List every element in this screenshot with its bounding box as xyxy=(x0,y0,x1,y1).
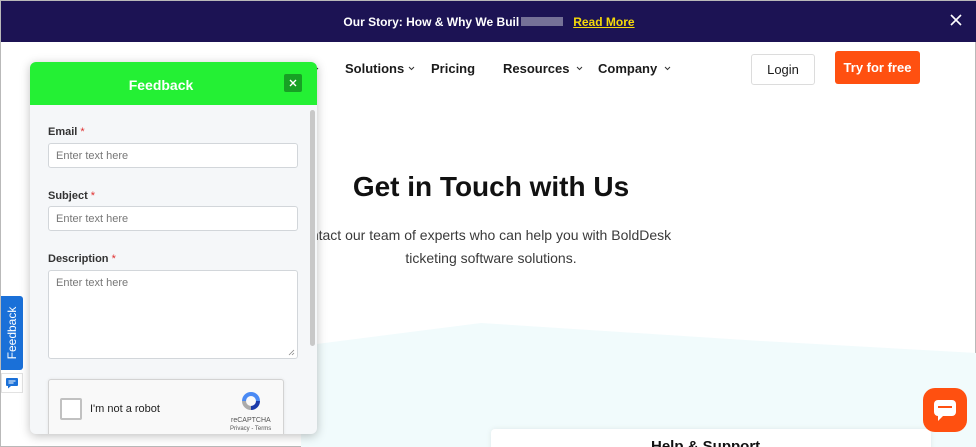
required-mark: * xyxy=(111,253,116,265)
chat-launcher-button[interactable] xyxy=(923,388,967,432)
email-label-text: Email xyxy=(48,126,78,138)
nav-pricing-label: Pricing xyxy=(431,61,476,76)
subject-label-text: Subject xyxy=(48,190,88,202)
chevron-down-icon xyxy=(664,66,671,71)
required-mark: * xyxy=(90,190,96,202)
recaptcha-widget: I'm not a robot reCAPTCHA Privacy - Term… xyxy=(48,379,284,434)
resize-handle-icon[interactable] xyxy=(288,349,295,356)
close-icon[interactable] xyxy=(947,11,965,29)
chevron-down-icon xyxy=(408,66,415,71)
feedback-panel: Feedback Email * Enter text here Subject… xyxy=(30,62,317,434)
recaptcha-checkbox[interactable] xyxy=(60,398,82,420)
feedback-title: Feedback xyxy=(128,77,194,93)
subject-label: Subject * xyxy=(48,190,95,202)
recaptcha-logo-icon xyxy=(242,392,260,410)
feedback-chat-icon[interactable] xyxy=(1,373,23,393)
message-icon xyxy=(6,378,18,389)
nav-pricing[interactable]: Pricing xyxy=(431,61,475,76)
feedback-side-tab[interactable]: Feedback xyxy=(1,296,23,370)
announcement-text: Our Story: How & Why We Buil xyxy=(343,14,520,29)
email-placeholder: Enter text here xyxy=(56,149,129,162)
feedback-header: Feedback xyxy=(30,62,317,105)
nav-solutions-label: Solutions xyxy=(345,61,405,76)
required-mark: * xyxy=(80,126,85,138)
feedback-side-tab-label: Feedback xyxy=(5,306,19,360)
close-icon xyxy=(289,79,297,87)
read-more-link[interactable]: Read More xyxy=(573,15,634,29)
recaptcha-brand: reCAPTCHA xyxy=(231,417,271,424)
page-subtitle: ntact our team of experts who can help y… xyxy=(296,224,686,270)
chevron-down-icon xyxy=(577,66,583,71)
redacted-text xyxy=(521,17,564,26)
nav-solutions[interactable]: Solutions xyxy=(345,61,415,76)
recaptcha-label: I'm not a robot xyxy=(90,403,160,415)
help-support-title: Help & Support xyxy=(651,438,761,447)
description-label: Description * xyxy=(48,253,116,265)
try-for-free-button[interactable]: Try for free xyxy=(835,51,920,84)
login-button[interactable]: Login xyxy=(751,54,815,85)
subject-placeholder: Enter text here xyxy=(56,212,129,225)
chat-icon xyxy=(934,400,956,421)
nav-resources[interactable]: Resources xyxy=(503,61,583,76)
subject-field[interactable]: Enter text here xyxy=(48,206,298,231)
help-support-card: Help & Support xyxy=(491,429,931,447)
subtitle-line-2: ticketing software solutions. xyxy=(405,250,577,266)
description-field[interactable]: Enter text here xyxy=(48,270,298,359)
nav-company[interactable]: Company xyxy=(598,61,671,76)
page-title: Get in Touch with Us xyxy=(352,171,630,202)
email-field[interactable]: Enter text here xyxy=(48,143,298,168)
nav-company-label: Company xyxy=(598,61,658,76)
panel-scrollbar[interactable] xyxy=(310,110,315,346)
announcement-bar: Our Story: How & Why We Buil Read More xyxy=(1,1,976,42)
subtitle-line-1: ntact our team of experts who can help y… xyxy=(310,227,672,243)
description-placeholder: Enter text here xyxy=(56,277,129,289)
feedback-close-button[interactable] xyxy=(284,74,302,92)
description-label-text: Description xyxy=(48,253,109,265)
recaptcha-links[interactable]: Privacy - Terms xyxy=(230,426,271,432)
nav-resources-label: Resources xyxy=(503,61,570,76)
email-label: Email * xyxy=(48,126,85,138)
